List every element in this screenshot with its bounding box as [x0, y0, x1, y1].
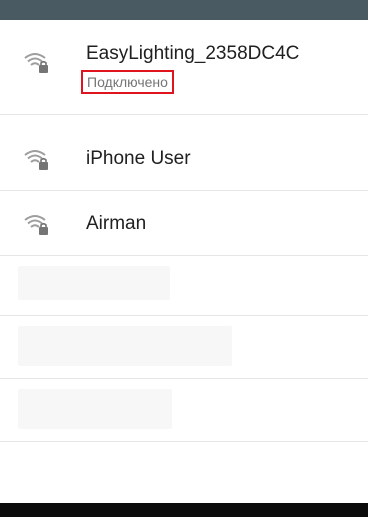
network-item-iphone-user[interactable]: iPhone User — [0, 127, 368, 191]
status-bar — [0, 0, 368, 20]
network-item-redacted[interactable] — [0, 256, 368, 316]
connection-status: Подключено — [81, 70, 174, 94]
network-item-redacted[interactable] — [0, 379, 368, 442]
redacted-block — [18, 389, 172, 429]
network-item-airman[interactable]: Airman — [0, 191, 368, 256]
redacted-block — [18, 326, 232, 366]
wifi-lock-icon — [24, 150, 48, 170]
network-item-redacted[interactable] — [0, 316, 368, 379]
wifi-lock-icon — [24, 215, 48, 235]
network-ssid: EasyLighting_2358DC4C — [86, 43, 300, 64]
wifi-lock-icon — [24, 53, 48, 73]
navigation-bar — [0, 503, 368, 517]
network-ssid: Airman — [86, 213, 147, 234]
network-item-easylighting[interactable]: EasyLighting_2358DC4C Подключено — [0, 20, 368, 115]
redacted-block — [18, 266, 170, 300]
network-ssid: iPhone User — [86, 148, 191, 169]
